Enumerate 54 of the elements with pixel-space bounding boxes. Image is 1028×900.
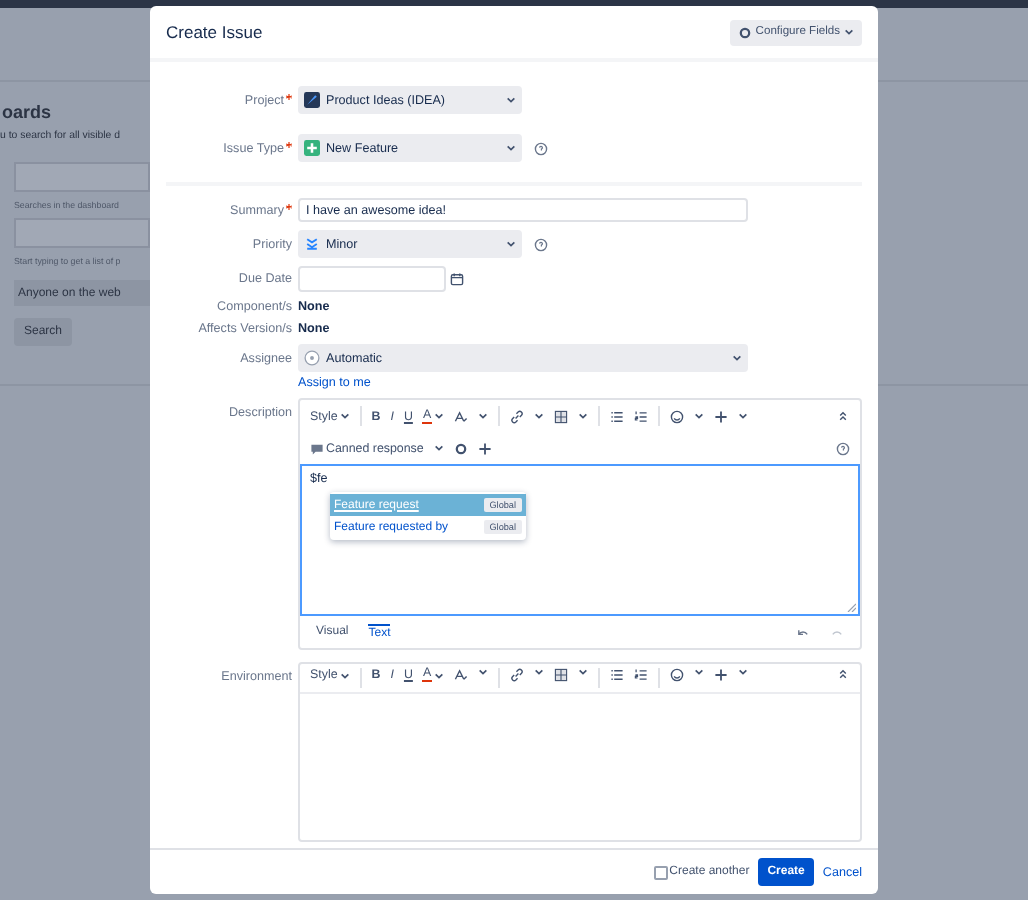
- link-icon[interactable]: [509, 409, 524, 423]
- numbered-list-icon[interactable]: [633, 668, 648, 682]
- search-field[interactable]: [14, 218, 150, 248]
- help-icon[interactable]: [534, 237, 548, 251]
- rocket-icon: [304, 92, 320, 108]
- caret-icon: [844, 28, 854, 36]
- plus-icon[interactable]: [713, 409, 728, 423]
- table-icon[interactable]: [553, 668, 568, 682]
- chevron-down-icon: [577, 668, 588, 676]
- chevron-down-icon: [506, 144, 516, 152]
- plus-icon[interactable]: [477, 441, 492, 455]
- plus-icon[interactable]: [713, 668, 728, 682]
- chevron-down-icon: [339, 412, 350, 420]
- chevron-down-icon: [477, 668, 488, 676]
- help-icon[interactable]: [534, 141, 548, 155]
- text-format-icon[interactable]: [453, 409, 468, 423]
- help-icon[interactable]: [836, 441, 850, 455]
- chevron-down-icon: [693, 668, 704, 676]
- checkbox[interactable]: [653, 865, 668, 879]
- dialog-title: Create Issue: [166, 22, 263, 42]
- search-field[interactable]: [14, 162, 150, 192]
- double-chevron-icon: [304, 236, 320, 252]
- chevron-down-icon: [693, 412, 704, 420]
- text-format-icon[interactable]: [453, 668, 468, 682]
- emoji-icon[interactable]: [669, 668, 684, 682]
- link-icon[interactable]: [509, 668, 524, 682]
- chevron-down-icon: [506, 96, 516, 104]
- numbered-list-icon[interactable]: [633, 409, 648, 423]
- chevron-down-icon: [433, 671, 444, 679]
- collapse-icon[interactable]: [836, 668, 850, 682]
- chevron-down-icon: [533, 412, 544, 420]
- speech-bubble-icon: [310, 441, 324, 455]
- bullet-list-icon[interactable]: [609, 668, 624, 682]
- undo-icon[interactable]: [796, 625, 810, 639]
- date-field[interactable]: [298, 266, 446, 292]
- resize-grip-icon[interactable]: [846, 602, 856, 612]
- page-heading: oards: [2, 102, 54, 122]
- chevron-down-icon: [433, 444, 444, 452]
- chevron-down-icon: [506, 240, 516, 248]
- plus-square-icon: [304, 140, 320, 156]
- calendar-icon[interactable]: [450, 272, 464, 286]
- chevron-down-icon: [732, 354, 742, 362]
- chevron-down-icon: [737, 668, 748, 676]
- chevron-down-icon: [339, 671, 350, 679]
- emoji-icon[interactable]: [669, 409, 684, 423]
- chevron-down-icon: [577, 412, 588, 420]
- collapse-icon[interactable]: [836, 409, 850, 423]
- chevron-down-icon: [477, 412, 488, 420]
- bullet-list-icon[interactable]: [609, 409, 624, 423]
- table-icon[interactable]: [553, 409, 568, 423]
- avatar-icon: [304, 350, 320, 366]
- chevron-down-icon: [533, 668, 544, 676]
- chevron-down-icon: [737, 412, 748, 420]
- chevron-down-icon: [433, 412, 444, 420]
